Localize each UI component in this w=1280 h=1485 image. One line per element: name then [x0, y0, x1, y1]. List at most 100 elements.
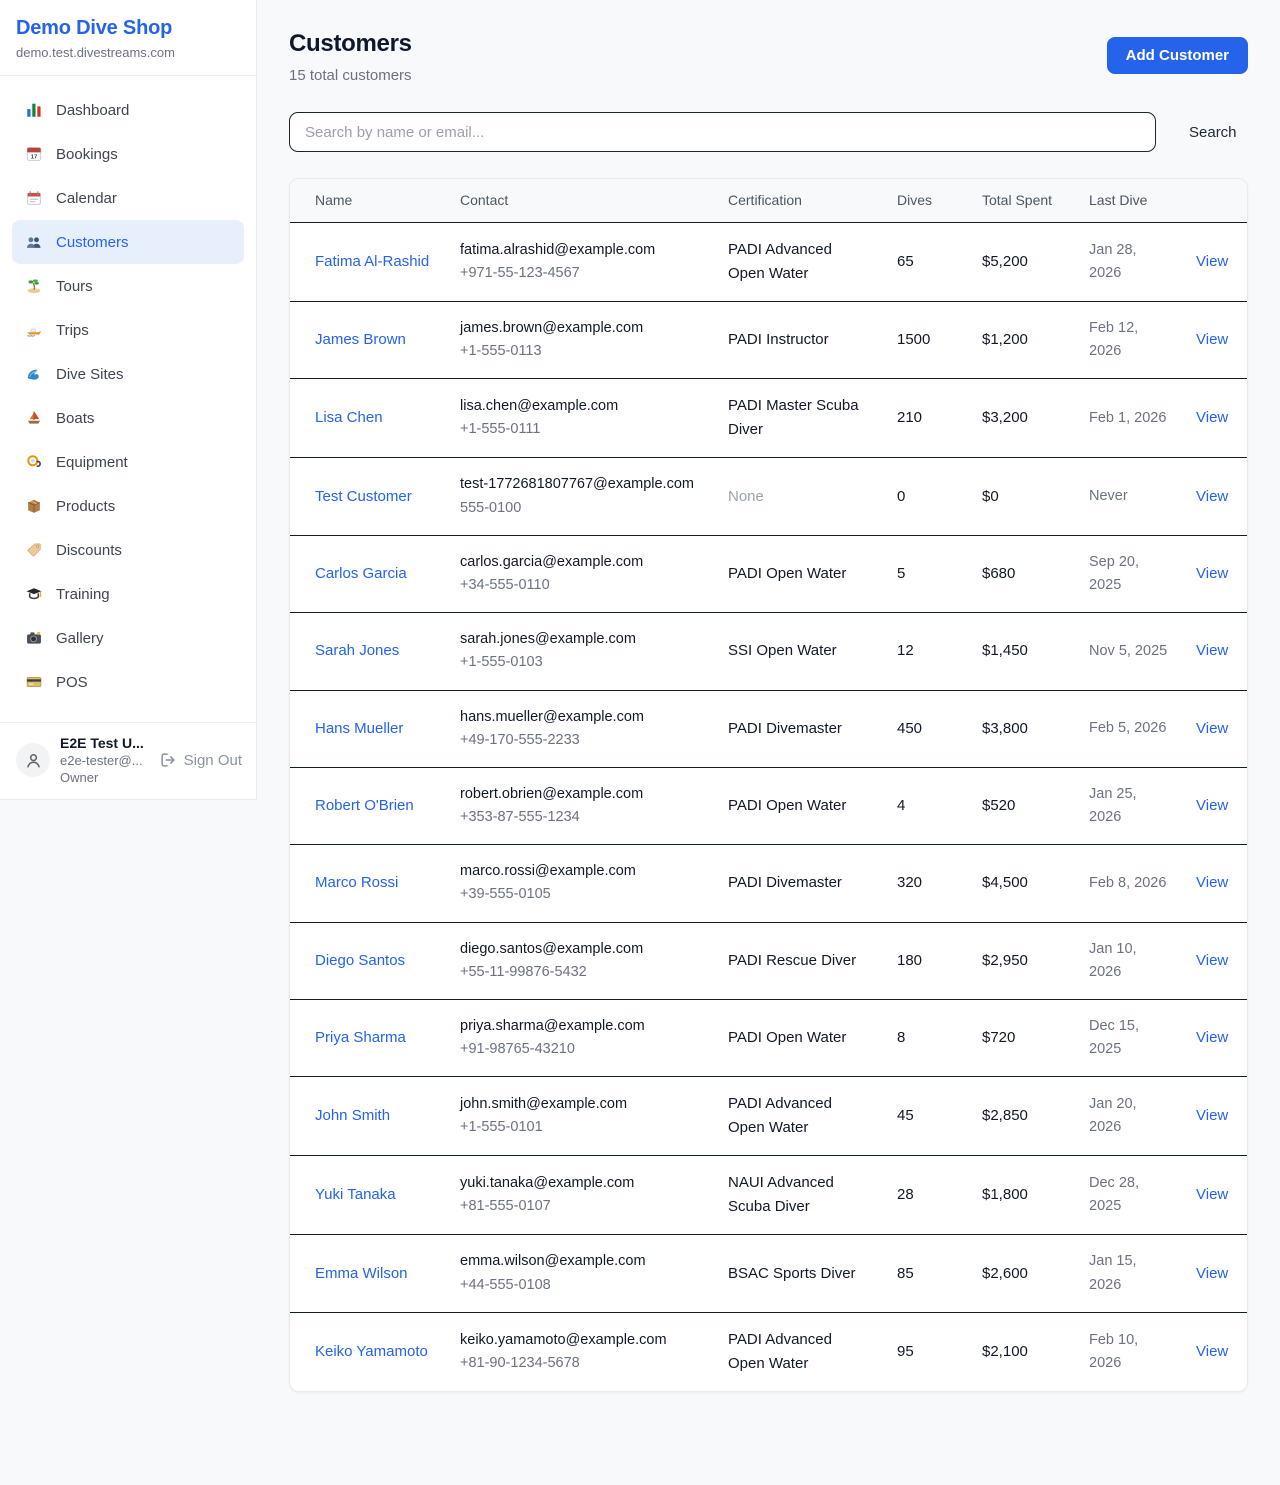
sidebar-item-label: Boats — [56, 410, 94, 427]
view-link[interactable]: View — [1196, 797, 1228, 814]
sidebar: Demo Dive Shop demo.test.divestreams.com… — [0, 0, 257, 800]
customer-name-link[interactable]: Keiko Yamamoto — [315, 1343, 428, 1360]
sidebar-item-label: Discounts — [56, 542, 122, 559]
view-link[interactable]: View — [1196, 1343, 1228, 1360]
customer-name-link[interactable]: Sarah Jones — [315, 642, 399, 659]
sidebar-item-label: Training — [56, 586, 110, 603]
sidebar-item-boats[interactable]: Boats — [12, 396, 244, 440]
customer-certification: PADI Divemaster — [703, 845, 872, 922]
customer-name-link[interactable]: Test Customer — [315, 488, 412, 505]
customer-name-link[interactable]: Yuki Tanaka — [315, 1186, 396, 1203]
table-header-row: NameContactCertificationDivesTotal Spent… — [290, 179, 1248, 223]
customer-email: james.brown@example.com — [460, 317, 703, 340]
customer-last-dive: Feb 12, 2026 — [1064, 302, 1171, 379]
add-customer-button[interactable]: Add Customer — [1107, 37, 1248, 74]
customer-last-dive: Dec 15, 2025 — [1064, 1000, 1171, 1077]
customer-phone: +44-555-0108 — [460, 1274, 703, 1297]
view-link[interactable]: View — [1196, 1186, 1228, 1203]
customer-email: john.smith@example.com — [460, 1093, 703, 1116]
view-link[interactable]: View — [1196, 720, 1228, 737]
sidebar-item-trips[interactable]: Trips — [12, 308, 244, 352]
user-role: Owner — [60, 770, 149, 785]
customer-phone: +353-87-555-1234 — [460, 806, 703, 829]
customers-table: NameContactCertificationDivesTotal Spent… — [290, 179, 1248, 1391]
customer-certification: PADI Advanced Open Water — [703, 1077, 872, 1156]
search-bar: Search — [289, 112, 1248, 152]
customer-name-link[interactable]: James Brown — [315, 331, 406, 348]
view-link[interactable]: View — [1196, 488, 1228, 505]
view-link[interactable]: View — [1196, 331, 1228, 348]
sidebar-item-gallery[interactable]: Gallery — [12, 616, 244, 660]
customer-email: marco.rossi@example.com — [460, 860, 703, 883]
customer-name-link[interactable]: Priya Sharma — [315, 1029, 406, 1046]
sidebar-item-calendar[interactable]: Calendar — [12, 176, 244, 220]
customer-email: fatima.alrashid@example.com — [460, 239, 703, 262]
discounts-icon — [24, 541, 43, 560]
sidebar-item-dashboard[interactable]: Dashboard — [12, 88, 244, 132]
view-link[interactable]: View — [1196, 253, 1228, 270]
customer-certification: PADI Instructor — [703, 302, 872, 379]
search-button[interactable]: Search — [1183, 123, 1243, 142]
customer-last-dive: Jan 25, 2026 — [1064, 767, 1171, 844]
customers-icon — [24, 233, 43, 252]
sidebar-item-bookings[interactable]: 17Bookings — [12, 132, 244, 176]
table-row: James Brownjames.brown@example.com+1-555… — [290, 302, 1248, 379]
sidebar-item-pos[interactable]: POS — [12, 660, 244, 704]
sign-out-icon — [159, 751, 177, 769]
training-icon — [24, 585, 43, 604]
view-link[interactable]: View — [1196, 1265, 1228, 1282]
customer-total-spent: $2,100 — [957, 1312, 1064, 1391]
customer-total-spent: $0 — [957, 458, 1064, 535]
sidebar-item-discounts[interactable]: Discounts — [12, 528, 244, 572]
table-row: John Smithjohn.smith@example.com+1-555-0… — [290, 1077, 1248, 1156]
main-content: Customers 15 total customers Add Custome… — [257, 0, 1280, 1412]
customer-total-spent: $2,850 — [957, 1077, 1064, 1156]
sidebar-item-label: Gallery — [56, 630, 104, 647]
sidebar-item-tours[interactable]: Tours — [12, 264, 244, 308]
sidebar-item-dive-sites[interactable]: Dive Sites — [12, 352, 244, 396]
table-row: Emma Wilsonemma.wilson@example.com+44-55… — [290, 1235, 1248, 1312]
customer-total-spent: $520 — [957, 767, 1064, 844]
sidebar-item-training[interactable]: Training — [12, 572, 244, 616]
customer-last-dive: Feb 1, 2026 — [1064, 379, 1171, 458]
dashboard-icon — [24, 101, 43, 120]
customer-phone: +39-555-0105 — [460, 883, 703, 906]
sidebar-nav: Dashboard17BookingsCalendar Customers Tour… — [0, 76, 256, 716]
customer-name-link[interactable]: Marco Rossi — [315, 874, 398, 891]
customer-dives: 180 — [872, 922, 957, 999]
customer-email: keiko.yamamoto@example.com — [460, 1329, 703, 1352]
table-row: Robert O'Brienrobert.obrien@example.com+… — [290, 767, 1248, 844]
view-link[interactable]: View — [1196, 1107, 1228, 1124]
sidebar-item-label: POS — [56, 674, 88, 691]
customer-name-link[interactable]: Robert O'Brien — [315, 797, 414, 814]
customer-phone: +34-555-0110 — [460, 574, 703, 597]
view-link[interactable]: View — [1196, 642, 1228, 659]
table-row: Hans Muellerhans.mueller@example.com+49-… — [290, 690, 1248, 767]
view-link[interactable]: View — [1196, 565, 1228, 582]
view-link[interactable]: View — [1196, 952, 1228, 969]
sidebar-item-equipment[interactable]: Equipment — [12, 440, 244, 484]
sign-out-button[interactable]: Sign Out — [159, 751, 242, 769]
view-link[interactable]: View — [1196, 1029, 1228, 1046]
sidebar-item-customers[interactable]: Customers — [12, 220, 244, 264]
view-link[interactable]: View — [1196, 409, 1228, 426]
customer-name-link[interactable]: Hans Mueller — [315, 720, 403, 737]
customer-name-link[interactable]: Lisa Chen — [315, 409, 383, 426]
customer-dives: 95 — [872, 1312, 957, 1391]
customer-name-link[interactable]: Diego Santos — [315, 952, 405, 969]
search-input[interactable] — [289, 112, 1156, 152]
customer-name-link[interactable]: Carlos Garcia — [315, 565, 407, 582]
customer-name-link[interactable]: Emma Wilson — [315, 1265, 408, 1282]
customer-dives: 1500 — [872, 302, 957, 379]
customer-last-dive: Jan 15, 2026 — [1064, 1235, 1171, 1312]
sidebar-item-label: Customers — [56, 234, 129, 251]
customer-name-link[interactable]: Fatima Al-Rashid — [315, 253, 429, 270]
sidebar-item-products[interactable]: Products — [12, 484, 244, 528]
customer-certification: None — [703, 458, 872, 535]
view-link[interactable]: View — [1196, 874, 1228, 891]
customer-total-spent: $3,800 — [957, 690, 1064, 767]
customer-phone: +1-555-0103 — [460, 651, 703, 674]
customer-name-link[interactable]: John Smith — [315, 1107, 390, 1124]
customer-email: diego.santos@example.com — [460, 938, 703, 961]
customer-email: lisa.chen@example.com — [460, 395, 703, 418]
